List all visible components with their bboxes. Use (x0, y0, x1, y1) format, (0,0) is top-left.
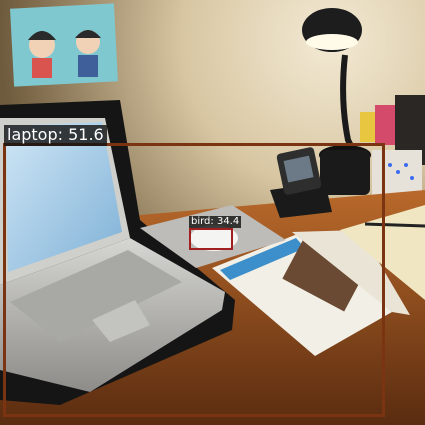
detection-box-bird: bird: 34.4 (189, 216, 242, 250)
detection-label-laptop: laptop: 51.6 (4, 125, 107, 146)
wall-poster (10, 3, 118, 87)
photo-scene: laptop: 51.6 bird: 34.4 (0, 0, 425, 425)
detection-label-bird: bird: 34.4 (189, 216, 242, 228)
detection-box-laptop: laptop: 51.6 (3, 125, 385, 417)
